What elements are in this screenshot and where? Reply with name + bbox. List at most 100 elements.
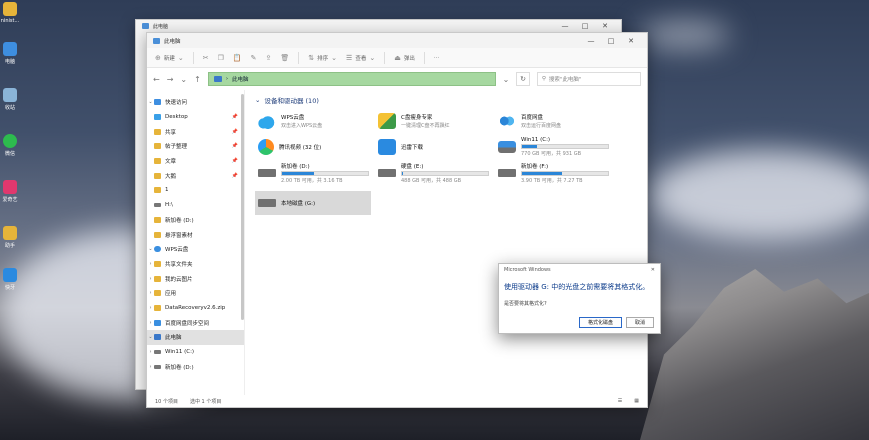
usage-bar [281,171,369,176]
back-button[interactable]: ← [153,75,160,84]
sidebar-item-wps-cloud[interactable]: ⌄ WPS云盘 [147,242,244,257]
chevron-down-icon: ⌄ [331,53,338,62]
window-title: 此电脑 [153,23,169,30]
device-tile-f-drive[interactable]: 新加卷 (F:) 3.90 TB 可用，共 7.27 TB [495,161,611,185]
sidebar-item-float-assets[interactable]: 悬浮窗素材 [147,227,244,242]
chevron-down-icon: ⌄ [369,53,376,62]
usage-bar [521,171,609,176]
device-tile-baidu-netdisk[interactable]: 百度网盘 双击运行百度网盘 [495,109,611,133]
cleaner-icon [378,113,396,129]
group-label: 设备和驱动器 (10) [264,97,319,105]
desktop-icon[interactable]: 收站 [0,88,20,111]
folder-icon [154,172,161,179]
sidebar-item-quick-access[interactable]: ⌄ 快速访问 [147,95,244,110]
address-bar[interactable]: › 此电脑 [207,72,496,86]
device-tile-tencent-video[interactable]: 腾讯视频 (32 位) [255,135,371,159]
sidebar-item-h-drive[interactable]: H:\ [147,198,244,213]
dialog-message: 使用驱动器 G: 中的光盘之前需要将其格式化。 [504,283,650,291]
close-button[interactable]: ✕ [595,22,615,30]
folder-icon [154,216,161,223]
device-tile-c-cleaner[interactable]: C盘瘦身专家 一键清理C盘不再飘红 [375,109,491,133]
windows-drive-icon [498,141,516,153]
details-view-icon[interactable]: ☰ [618,398,622,404]
sidebar-item-datarecovery-zip[interactable]: › DataRecoveryv2.6.zip [147,301,244,316]
sidebar-item-d-drive-2[interactable]: › 新加卷 (D:) [147,359,244,374]
sidebar-item-baidu-sync[interactable]: › 百度网盘同步空间 [147,315,244,330]
cloud-icon [154,246,161,253]
sidebar-scrollbar[interactable] [241,94,244,320]
new-button[interactable]: ⊕ 新建 ⌄ [155,54,184,62]
paste-icon[interactable]: 📋 [233,54,242,62]
sidebar-item-this-pc[interactable]: ⌄ 此电脑 [147,330,244,345]
sidebar-item-posts[interactable]: 帖子整理 📌 [147,139,244,154]
sidebar-item-shared-folder[interactable]: › 共享文件夹 [147,257,244,272]
device-tile-g-drive[interactable]: 本地磁盘 (G:) [255,191,371,215]
usage-bar-fill [282,172,314,175]
share-icon[interactable]: ⇪ [266,54,272,62]
recent-button[interactable]: ⌄ [180,75,187,84]
format-dialog[interactable]: Microsoft Windows ✕ 使用驱动器 G: 中的光盘之前需要将其格… [498,263,661,334]
minimize-button[interactable]: — [555,22,575,30]
computer-icon [213,76,222,82]
eject-button[interactable]: ⏏ 弹出 [394,54,415,62]
device-tile-c-drive[interactable]: Win11 (C:) 770 GB 可用，共 931 GB [495,135,611,159]
desktop-icon [154,114,161,121]
format-disk-button[interactable]: 格式化磁盘 [578,317,622,328]
desktop-icon[interactable]: ninist... [0,2,20,24]
cancel-button[interactable]: 取消 [625,317,654,328]
view-button[interactable]: ☰ 查看 ⌄ [346,54,375,62]
sidebar-item-d-drive[interactable]: 新加卷 (D:) [147,213,244,228]
sidebar-item-c-drive[interactable]: › Win11 (C:) [147,345,244,360]
maximize-button[interactable]: □ [601,37,621,45]
sidebar-item-apps[interactable]: › 应用 [147,286,244,301]
desktop-icon[interactable]: 快牙 [0,268,20,291]
device-tile-e-drive[interactable]: 硬盘 (E:) 488 GB 可用，共 488 GB [375,161,491,185]
more-button[interactable]: ··· [434,55,439,61]
device-tile-d-drive[interactable]: 新加卷 (D:) 2.00 TB 可用，共 3.16 TB [255,161,371,185]
cloud-icon [154,319,161,326]
close-button[interactable]: ✕ [621,37,641,45]
rename-icon[interactable]: ✎ [251,54,257,62]
folder-icon [154,128,161,135]
refresh-button[interactable]: ↻ [516,72,530,86]
sidebar-item-desktop[interactable]: Desktop 📌 [147,110,244,125]
drive-icon [154,364,161,369]
sidebar-item-share[interactable]: 共享 📌 [147,124,244,139]
bird-icon [3,268,17,282]
search-placeholder: 搜索"此电脑" [548,77,582,83]
maximize-button[interactable]: □ [575,22,595,30]
sidebar-item-articles[interactable]: 文章 📌 [147,154,244,169]
tiles-view-icon[interactable]: ▦ [634,398,639,404]
sort-button[interactable]: ⇅ 排序 ⌄ [308,54,337,62]
up-button[interactable]: ↑ [194,75,201,84]
copy-icon[interactable]: ❐ [218,54,224,62]
divider [423,51,425,64]
sidebar-item-cloud-pictures[interactable]: › 我的云图片 [147,271,244,286]
delete-icon[interactable]: 🗑 [280,54,289,62]
address-dropdown[interactable]: ⌄ [503,75,510,84]
drive-icon [154,350,161,355]
desktop-icon[interactable]: 电脑 [0,42,20,65]
sidebar-item-1[interactable]: 1 [147,183,244,198]
drive-icon [154,203,161,208]
desktop-icon[interactable]: 爱奇艺 [0,180,20,203]
sidebar-item-goose[interactable]: 大鹅 📌 [147,168,244,183]
desktop-icon[interactable]: 微信 [0,134,20,157]
status-bar: 10 个项目 选中 1 个项目 ☰ ▦ [147,395,647,407]
close-icon[interactable]: ✕ [651,267,655,273]
group-header[interactable]: ⌄ 设备和驱动器 (10) [255,94,647,106]
star-icon [154,99,161,106]
search-input[interactable]: ⚲ 搜索"此电脑" [536,72,641,86]
explorer-body: ⌄ 快速访问 Desktop 📌 共享 📌 帖子整理 📌 文章 📌 大鹅 📌 1 H:\ 新… [147,90,647,395]
view-icon: ☰ [346,53,353,62]
explorer-window[interactable]: 此电脑 — □ ✕ ⊕ 新建 ⌄ ✂ ❐ 📋 ✎ ⇪ 🗑 ⇅ 排序 ⌄ ☰ 查看 ⌄ ⏏ 弹出… [146,32,648,408]
desktop-icon[interactable]: 助手 [0,226,20,249]
computer-icon [142,23,149,29]
minimize-button[interactable]: — [581,37,601,45]
forward-button[interactable]: → [167,75,174,84]
device-tile-wps-cloud[interactable]: WPS云盘 双击进入WPS云盘 [255,109,371,133]
device-tile-thunder[interactable]: 迅雷下载 [375,135,491,159]
chevron-down-icon: ⌄ [255,96,261,104]
cut-icon[interactable]: ✂ [203,54,209,62]
drive-icon [498,169,516,177]
